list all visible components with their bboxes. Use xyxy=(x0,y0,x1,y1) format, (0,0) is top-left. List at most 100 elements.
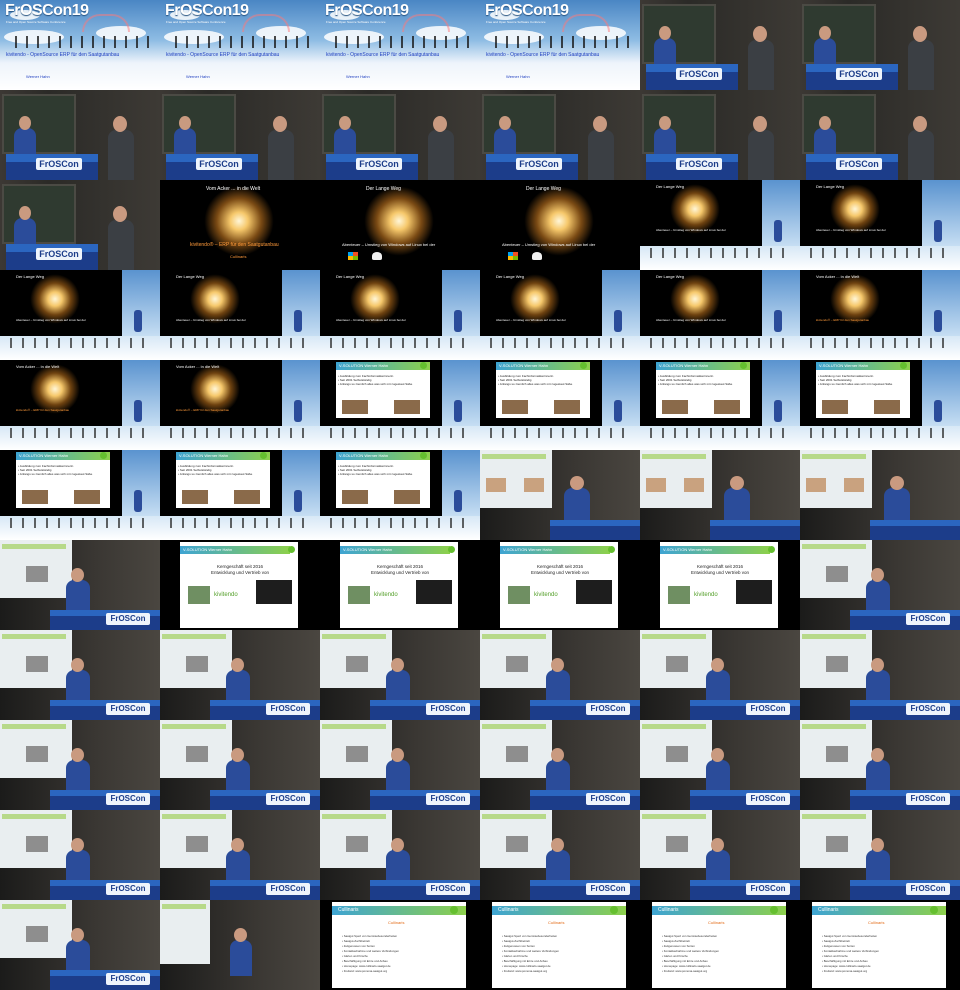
slide-caption: Der Lange Weg xyxy=(496,274,524,279)
composite-vsol-thumb[interactable]: V-SOLUTION Werner Hahn • Ausbildung zum … xyxy=(640,360,800,450)
title-slide-thumb[interactable]: FrOSCon19 Free and Open Source Software … xyxy=(0,0,160,90)
projection-photo-thumb[interactable] xyxy=(800,450,960,540)
speaker-name: Werner Hahn xyxy=(186,74,210,79)
froscon-lectern-logo: FrOSCon xyxy=(266,703,310,715)
composite-kivitendo-thumb[interactable]: Vom Acker ... in die Welt kivitendo® – E… xyxy=(0,360,160,450)
speaker-thumb[interactable]: FrOSCon xyxy=(320,90,480,180)
composite-kivitendo-thumb[interactable]: Vom Acker ... in die Welt kivitendo® – E… xyxy=(800,270,960,360)
title-slide-thumb[interactable]: FrOSCon19 Free and Open Source Software … xyxy=(160,0,320,90)
vsol-slide-thumb[interactable]: V-SOLUTION Werner Hahn Kerngeschäft seit… xyxy=(640,540,800,630)
projection-thumb[interactable]: FrOSCon xyxy=(0,630,160,720)
froscon-lectern-logo: FrOSCon xyxy=(746,883,790,895)
check-icon xyxy=(288,546,295,553)
check-icon xyxy=(450,906,458,914)
vsol-slide-thumb[interactable]: V-SOLUTION Werner Hahn Kerngeschäft seit… xyxy=(480,540,640,630)
projection-thumb[interactable]: FrOSCon xyxy=(0,810,160,900)
projection-thumb[interactable]: FrOSCon xyxy=(480,630,640,720)
vsol-slide-thumb[interactable]: V-SOLUTION Werner Hahn Kerngeschäft seit… xyxy=(320,540,480,630)
composite-vsol-thumb[interactable]: V-SOLUTION Werner Hahn • Ausbildung zum … xyxy=(800,360,960,450)
projection-thumb[interactable]: FrOSCon xyxy=(480,810,640,900)
vsol-header: V-SOLUTION Werner Hahn xyxy=(496,362,590,370)
kivitendo-brand: kivitendo xyxy=(534,592,558,598)
cullinaris-slide-thumb[interactable]: Cullinaris Cullinaris • Saatgut Spezi vo… xyxy=(800,900,960,990)
linux-line: Abenteuer – Umstieg von Windows auf Linu… xyxy=(502,242,596,247)
composite-linux-thumb[interactable]: Der Lange Weg Abenteuer – Umstieg von Wi… xyxy=(320,270,480,360)
cullinaris-small: Cullinaris xyxy=(230,254,247,259)
slide-start-thumb[interactable]: Vom Acker ... in die Welt kivitendo® – E… xyxy=(160,180,320,270)
projection-thumb[interactable]: FrOSCon xyxy=(800,810,960,900)
check-icon xyxy=(608,546,615,553)
composite-linux-thumb[interactable]: Der Lange Weg Abenteuer – Umstieg von Wi… xyxy=(640,270,800,360)
speaker-name: Werner Hahn xyxy=(346,74,370,79)
composite-vsol-thumb[interactable]: V-SOLUTION Werner Hahn • Ausbildung zum … xyxy=(160,450,320,540)
froscon-lectern-logo: FrOSCon xyxy=(196,158,242,170)
projection-photo-thumb[interactable] xyxy=(480,450,640,540)
speaker-thumb[interactable]: FrOSCon xyxy=(640,0,800,90)
projection-thumb[interactable]: FrOSCon xyxy=(640,720,800,810)
speaker-thumb[interactable]: FrOSCon xyxy=(0,90,160,180)
title-slide-thumb[interactable]: FrOSCon19 Free and Open Source Software … xyxy=(480,0,640,90)
projection-thumb[interactable]: FrOSCon xyxy=(800,720,960,810)
projector-glow xyxy=(830,274,880,324)
projection-thumb[interactable]: FrOSCon xyxy=(0,720,160,810)
projection-thumb[interactable]: FrOSCon xyxy=(800,630,960,720)
froscon-logo: FrOSCon19 xyxy=(325,2,409,19)
froscon-lectern-logo: FrOSCon xyxy=(106,883,150,895)
projection-thumb[interactable]: FrOSCon xyxy=(160,810,320,900)
vsol-header: V-SOLUTION Werner Hahn xyxy=(176,452,270,460)
speaker-thumb[interactable]: FrOSCon xyxy=(640,90,800,180)
slide-linux-thumb[interactable]: Der Lange Weg Abenteuer – Umstieg von Wi… xyxy=(480,180,640,270)
talk-title: kivitendo - OpenSource ERP für den Saatg… xyxy=(326,52,440,58)
tux-icon xyxy=(532,252,542,260)
vsol-slide-thumb[interactable]: V-SOLUTION Werner Hahn Kerngeschäft seit… xyxy=(160,540,320,630)
composite-linux-thumb[interactable]: Der Lange Weg Abenteuer – Umstieg von Wi… xyxy=(0,270,160,360)
composite-vsol-thumb[interactable]: V-SOLUTION Werner Hahn • Ausbildung zum … xyxy=(320,450,480,540)
check-icon xyxy=(740,362,747,369)
speaker-thumb[interactable]: FrOSCon xyxy=(0,180,160,270)
speaker-thumb[interactable]: FrOSCon xyxy=(160,90,320,180)
slide-caption: Der Lange Weg xyxy=(336,274,364,279)
linux-line: Abenteuer – Umstieg von Windows auf Linu… xyxy=(656,228,726,232)
speaker-thumb[interactable]: FrOSCon xyxy=(800,0,960,90)
cullinaris-slide-thumb[interactable]: Cullinaris Cullinaris • Saatgut Spezi vo… xyxy=(640,900,800,990)
composite-vsol-thumb[interactable]: V-SOLUTION Werner Hahn • Ausbildung zum … xyxy=(0,450,160,540)
projection-thumb[interactable]: FrOSCon xyxy=(0,540,160,630)
cullinaris-list: • Saatgut Spezi von Gemüsebesonderheiten… xyxy=(342,934,399,973)
projection-thumb[interactable]: FrOSCon xyxy=(640,810,800,900)
projector-glow xyxy=(350,274,400,324)
projection-thumb[interactable]: FrOSCon xyxy=(480,720,640,810)
slide-caption: Vom Acker ... in die Welt xyxy=(206,186,261,192)
projection-thumb[interactable]: FrOSCon xyxy=(160,630,320,720)
projection-thumb[interactable]: FrOSCon xyxy=(320,810,480,900)
projection-thumb[interactable]: FrOSCon xyxy=(0,900,160,990)
check-icon xyxy=(448,546,455,553)
projection-thumb[interactable]: FrOSCon xyxy=(320,720,480,810)
cullinaris-slide-thumb[interactable]: Cullinaris Cullinaris • Saatgut Spezi vo… xyxy=(320,900,480,990)
cullinaris-slide-thumb[interactable]: Cullinaris Cullinaris • Saatgut Spezi vo… xyxy=(480,900,640,990)
composite-linux-thumb[interactable]: Der Lange Weg Abenteuer – Umstieg von Wi… xyxy=(640,180,800,270)
projection-thumb[interactable]: FrOSCon xyxy=(320,630,480,720)
talk-title: kivitendo - OpenSource ERP für den Saatg… xyxy=(6,52,120,58)
froscon-lectern-logo: FrOSCon xyxy=(586,703,630,715)
composite-vsol-thumb[interactable]: V-SOLUTION Werner Hahn • Ausbildung zum … xyxy=(320,360,480,450)
froscon-lectern-logo: FrOSCon xyxy=(36,158,82,170)
projection-photo-thumb[interactable] xyxy=(640,450,800,540)
title-slide-thumb[interactable]: FrOSCon19 Free and Open Source Software … xyxy=(320,0,480,90)
slide-linux-thumb[interactable]: Der Lange Weg Abenteuer – Umstieg von Wi… xyxy=(320,180,480,270)
speaker-thumb[interactable]: FrOSCon xyxy=(800,90,960,180)
composite-linux-thumb[interactable]: Der Lange Weg Abenteuer – Umstieg von Wi… xyxy=(160,270,320,360)
projection-thumb[interactable]: FrOSCon xyxy=(160,720,320,810)
composite-linux-thumb[interactable]: Der Lange Weg Abenteuer – Umstieg von Wi… xyxy=(800,180,960,270)
froscon-lectern-logo: FrOSCon xyxy=(36,248,82,260)
composite-vsol-thumb[interactable]: V-SOLUTION Werner Hahn • Ausbildung zum … xyxy=(480,360,640,450)
projection-thumb[interactable]: FrOSCon xyxy=(800,540,960,630)
composite-kivitendo-thumb[interactable]: Vom Acker ... in die Welt kivitendo® – E… xyxy=(160,360,320,450)
vsol-bullets: • Ausbildung zum Fachinformatikerinnerin… xyxy=(658,374,733,386)
projector-glow xyxy=(30,274,80,324)
projection-thumb[interactable]: FrOSCon xyxy=(640,630,800,720)
composite-linux-thumb[interactable]: Der Lange Weg Abenteuer – Umstieg von Wi… xyxy=(480,270,640,360)
projection-bright-thumb[interactable] xyxy=(160,900,320,990)
speaker-thumb[interactable]: FrOSCon xyxy=(480,90,640,180)
vsol-body: Kerngeschäft seit 2016 Entwicklung und V… xyxy=(370,564,430,575)
vsol-bullets: • Ausbildung zum Fachinformatikerinnerin… xyxy=(818,374,893,386)
